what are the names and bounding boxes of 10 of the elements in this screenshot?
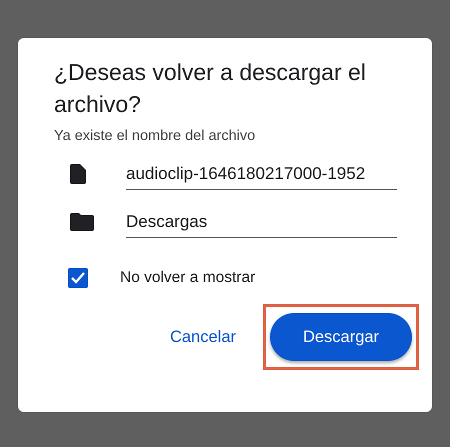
checkbox-label: No volver a mostrar [120, 269, 256, 287]
dialog-subtitle: Ya existe el nombre del archivo [54, 128, 256, 144]
dialog-title: ¿Deseas volver a descargar el archivo? [54, 58, 367, 119]
cancel-button[interactable]: Cancelar [170, 318, 236, 356]
file-icon [70, 164, 86, 184]
folder-icon [70, 213, 94, 231]
checkbox[interactable] [68, 268, 88, 288]
filename-field[interactable]: audioclip-1646180217000-1952 [126, 158, 397, 190]
download-button[interactable]: Descargar [270, 313, 412, 361]
folder-field[interactable]: Descargas [126, 206, 397, 238]
